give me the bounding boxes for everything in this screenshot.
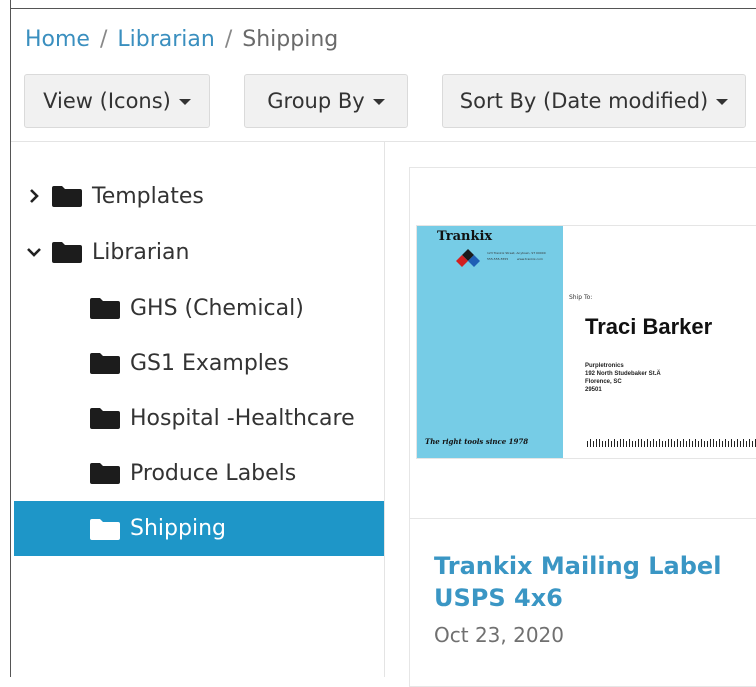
chevron-down-icon[interactable] [26, 244, 42, 260]
caret-down-icon [178, 99, 191, 105]
tree-item-shipping[interactable]: Shipping [14, 501, 384, 556]
sort-by-dropdown-label: Sort By (Date modified) [459, 89, 709, 113]
brand-fine-print: 555-555-5555 [487, 257, 509, 261]
folder-icon [90, 298, 120, 319]
chevron-right-icon[interactable] [26, 188, 42, 204]
tree-item-label: Produce Labels [130, 460, 297, 486]
window-border-left [10, 0, 11, 677]
label-thumbnail[interactable]: Trankix 123 Trankix Street, Anytown, ST … [416, 225, 756, 459]
brand-logo-icon [456, 249, 480, 267]
address-line: 192 North Studebaker St.Ä [585, 371, 661, 377]
template-modified-date: Oct 23, 2020 [434, 623, 564, 647]
breadcrumb-separator: / [99, 27, 108, 52]
tree-item-label: Hospital -Healthcare [130, 405, 355, 431]
card-divider [410, 518, 756, 519]
tree-item-label: GHS (Chemical) [130, 295, 304, 321]
tree-item-templates[interactable]: Templates [14, 170, 384, 222]
folder-icon [52, 186, 82, 207]
tree-item-hospital-healthcare[interactable]: Hospital -Healthcare [14, 392, 384, 444]
breadcrumb-current: Shipping [242, 27, 339, 52]
caret-down-icon [372, 99, 385, 105]
tree-item-label: GS1 Examples [130, 350, 289, 376]
window-border-top [10, 8, 756, 9]
brand-fine-print: 123 Trankix Street, Anytown, ST 00000 [487, 251, 546, 255]
tree-item-gs1-examples[interactable]: GS1 Examples [14, 337, 384, 389]
ship-to-label: Ship To: [569, 294, 593, 301]
tree-item-label: Librarian [92, 239, 190, 265]
brand-fine-print: www.trankix.com [517, 257, 543, 261]
view-dropdown-label: View (Icons) [43, 89, 171, 113]
group-by-dropdown-label: Group By [267, 89, 365, 113]
label-brand-panel: Trankix 123 Trankix Street, Anytown, ST … [417, 226, 563, 458]
group-by-dropdown-button[interactable]: Group By [244, 74, 408, 128]
folder-icon [90, 518, 120, 540]
folder-icon [52, 242, 82, 263]
tree-item-label: Templates [92, 183, 204, 209]
brand-tagline: The right tools since 1978 [425, 437, 529, 446]
tree-item-label: Shipping [130, 516, 226, 541]
tree-item-ghs-chemical[interactable]: GHS (Chemical) [14, 282, 384, 334]
template-card[interactable]: Trankix 123 Trankix Street, Anytown, ST … [409, 167, 756, 687]
folder-icon [90, 463, 120, 484]
brand-logo-text: Trankix [437, 229, 493, 244]
panel-divider [384, 142, 385, 677]
breadcrumb: Home / Librarian / Shipping [25, 26, 338, 54]
breadcrumb-home[interactable]: Home [25, 27, 90, 52]
tree-item-produce-labels[interactable]: Produce Labels [14, 447, 384, 499]
recipient-name: Traci Barker [585, 314, 713, 339]
postal-barcode [587, 439, 756, 447]
breadcrumb-separator: / [224, 27, 233, 52]
sort-by-dropdown-button[interactable]: Sort By (Date modified) [442, 74, 746, 128]
address-line: 29501 [585, 387, 602, 393]
caret-down-icon [716, 99, 729, 105]
address-line: Purpletronics [585, 363, 624, 369]
address-line: Florence, SC [585, 379, 622, 385]
template-title-link[interactable]: Trankix Mailing Label USPS 4x6 [434, 550, 744, 614]
folder-icon [90, 353, 120, 374]
view-dropdown-button[interactable]: View (Icons) [24, 74, 210, 128]
breadcrumb-librarian[interactable]: Librarian [117, 27, 214, 52]
folder-icon [90, 408, 120, 429]
window: Home / Librarian / Shipping View (Icons) Gro… [0, 0, 756, 687]
tree-item-librarian[interactable]: Librarian [14, 226, 384, 278]
